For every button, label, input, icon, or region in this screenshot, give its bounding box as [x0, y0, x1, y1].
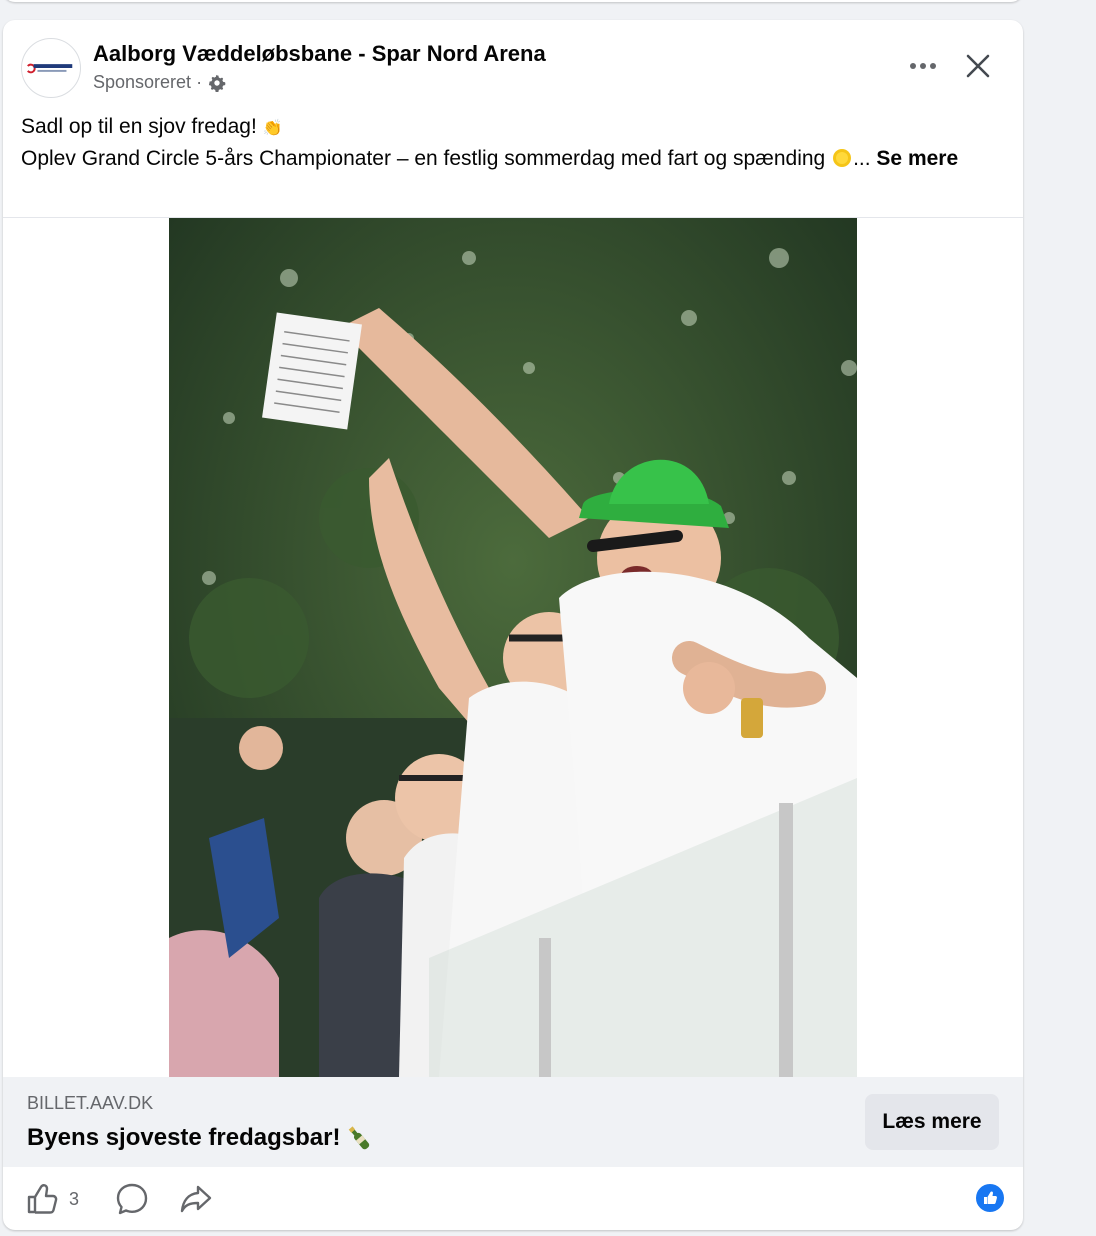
champagne-bottle-icon: [344, 1123, 374, 1153]
link-headline[interactable]: Byens sjoveste fredagsbar!: [27, 1123, 374, 1153]
more-dots-icon: [910, 63, 936, 69]
spar-nord-logo-icon: [22, 39, 80, 97]
separator: ·: [196, 72, 203, 92]
like-reaction-icon[interactable]: [974, 1182, 1006, 1214]
gear-icon[interactable]: [208, 74, 226, 92]
like-count: 3: [69, 1188, 80, 1209]
page-name[interactable]: Aalborg Væddeløbsbane - Spar Nord Arena: [93, 41, 546, 67]
previous-post-card: [3, 0, 1023, 2]
sponsored-line: Sponsoreret ·: [93, 72, 226, 93]
share-icon: [180, 1185, 212, 1213]
thumbs-up-icon: [27, 1184, 58, 1214]
link-headline-text: Byens sjoveste fredagsbar!: [27, 1124, 341, 1151]
like-button[interactable]: 3: [25, 1179, 79, 1219]
hide-post-button[interactable]: [958, 46, 998, 86]
post-actions: 3: [3, 1167, 1023, 1230]
post-line-1-text: Sadl op til en sjov fredag!: [21, 115, 263, 138]
more-options-button[interactable]: [901, 48, 945, 84]
close-icon: [966, 54, 990, 78]
share-button[interactable]: [179, 1179, 213, 1219]
post-line-2: Oplev Grand Circle 5-års Championater – …: [21, 144, 981, 174]
clapping-hands-emoji-icon: 👏: [262, 120, 283, 137]
page-avatar[interactable]: [21, 38, 81, 98]
ellipsis: ...: [853, 147, 871, 170]
link-preview[interactable]: BILLET.AAV.DK Byens sjoveste fredagsbar!…: [3, 1077, 1023, 1167]
post-media: [3, 217, 1023, 1078]
post-header: Aalborg Væddeløbsbane - Spar Nord Arena …: [3, 20, 1023, 110]
post-text: Sadl op til en sjov fredag! 👏 Oplev Gran…: [21, 112, 981, 174]
see-more-link[interactable]: Se mere: [876, 147, 958, 170]
sponsored-post-card: Aalborg Væddeløbsbane - Spar Nord Arena …: [3, 20, 1023, 1230]
sun-emoji-icon: [831, 147, 853, 169]
sponsored-label[interactable]: Sponsoreret: [93, 72, 191, 93]
link-domain: BILLET.AAV.DK: [27, 1093, 154, 1113]
comment-button[interactable]: [115, 1179, 149, 1219]
learn-more-button[interactable]: Læs mere: [865, 1094, 999, 1150]
comment-icon: [116, 1183, 148, 1215]
post-line-2-text: Oplev Grand Circle 5-års Championater – …: [21, 147, 832, 170]
racegoers-cheering-photo[interactable]: [169, 218, 857, 1077]
post-line-1: Sadl op til en sjov fredag! 👏: [21, 112, 981, 144]
